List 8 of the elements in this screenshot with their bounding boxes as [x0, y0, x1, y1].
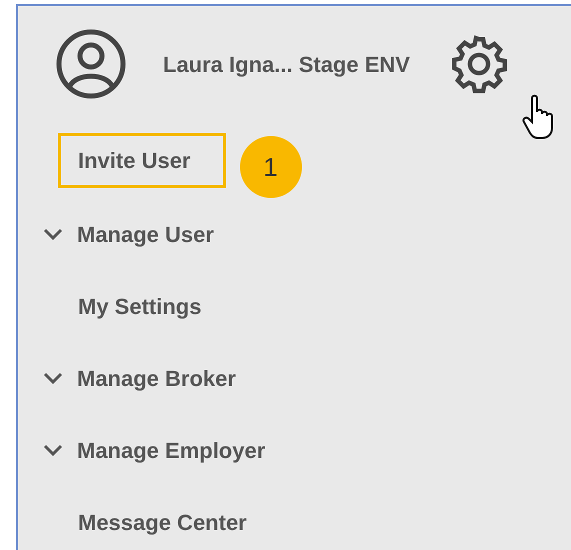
user-name: Laura Igna... Stage ENV	[163, 50, 410, 79]
menu-item[interactable]: Invite User	[58, 132, 226, 188]
step-badge: 1	[240, 136, 302, 198]
menu-item[interactable]: Manage Broker	[74, 350, 239, 406]
menu-item[interactable]: Message Center	[58, 494, 282, 550]
menu-item[interactable]: Manage Employer	[74, 422, 268, 478]
menu-item[interactable]: Manage User	[74, 206, 217, 262]
menu-item[interactable]: My Settings	[58, 278, 236, 334]
